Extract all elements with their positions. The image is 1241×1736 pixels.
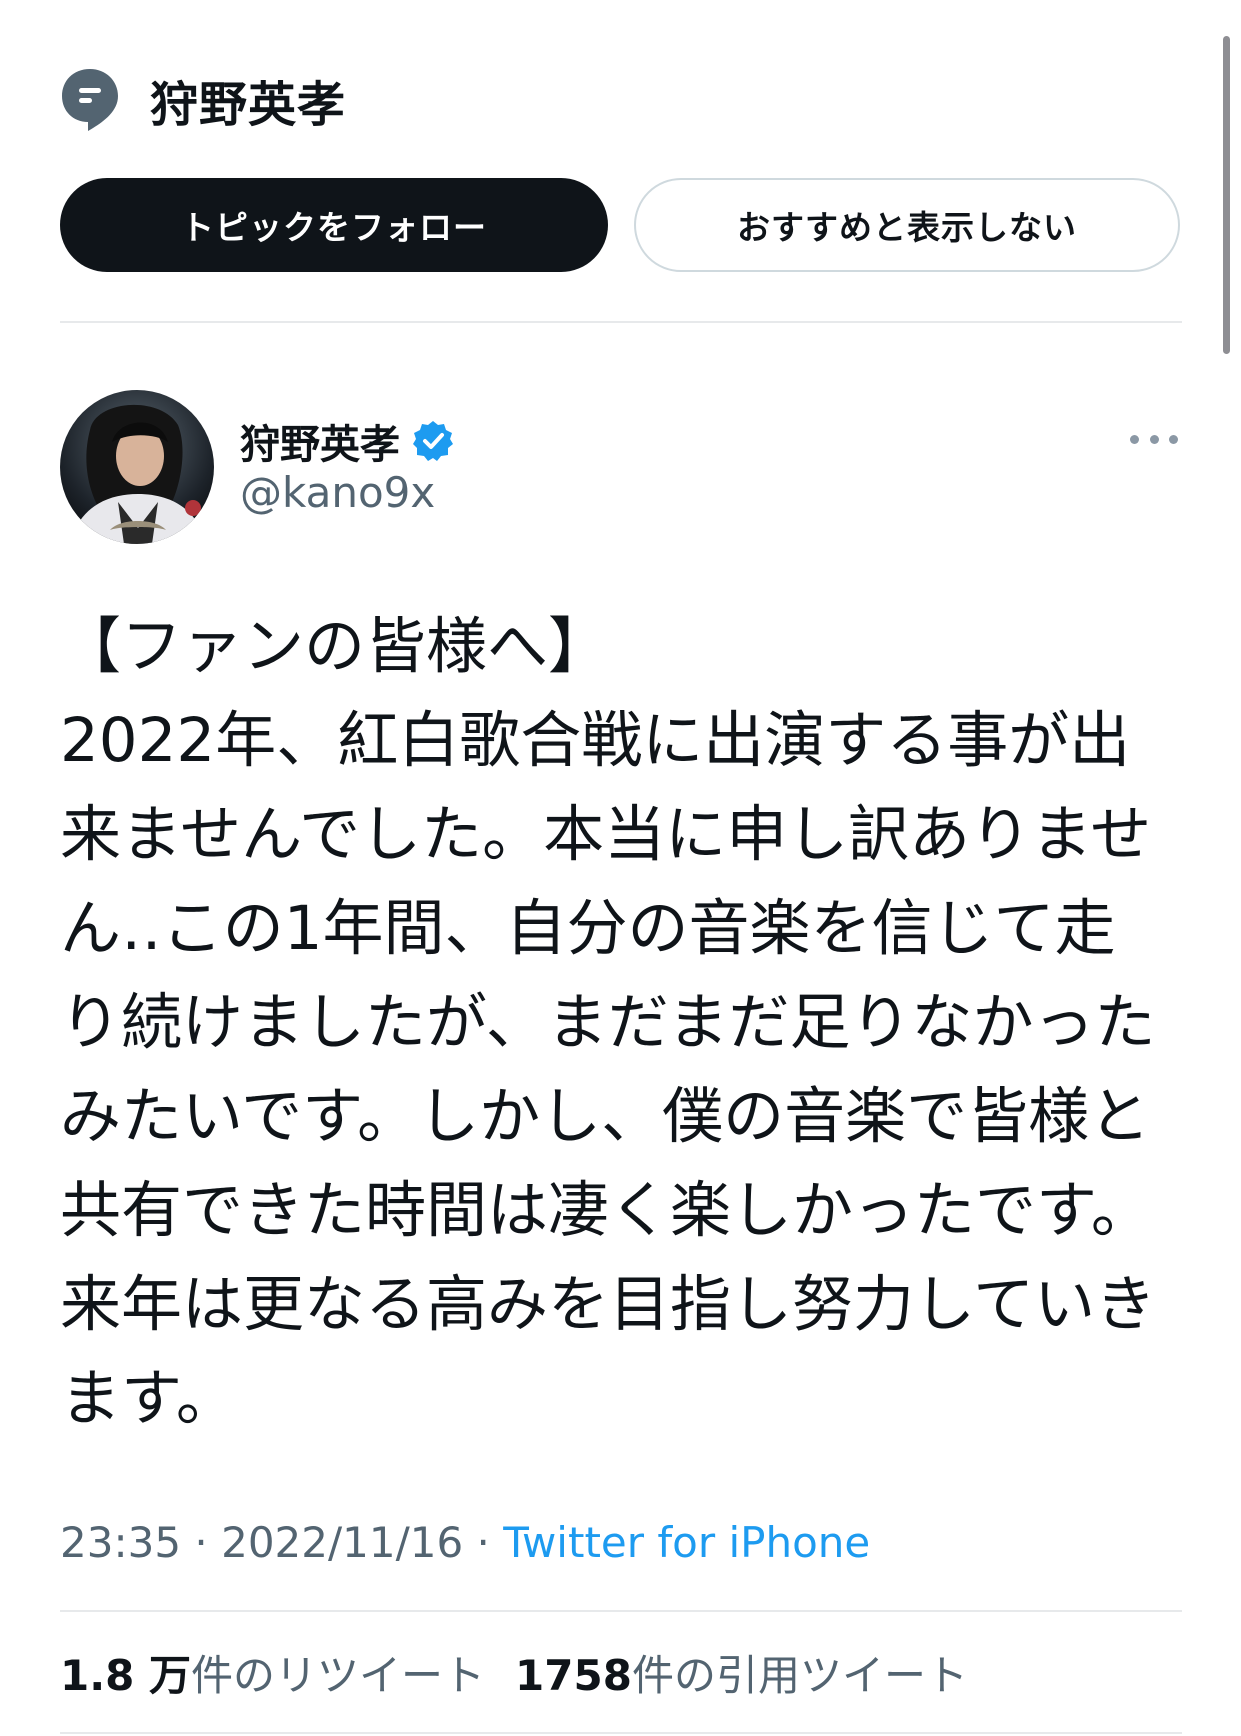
tweet-line: ん‥この1年間、自分の音楽を信じて走 — [60, 893, 1116, 964]
tweet-line: り続けましたが、まだまだ足りなかった — [60, 987, 1156, 1058]
follow-topic-button[interactable]: トピックをフォロー — [60, 178, 608, 272]
tweet-line: 【ファンの皆様へ】 — [60, 611, 610, 682]
divider — [60, 1732, 1182, 1734]
tweet-line: ます。 — [60, 1363, 237, 1434]
tweet-line: 2022年、紅白歌合戦に出演する事が出 — [60, 705, 1131, 776]
quote-tweets-stat[interactable]: 1758 件の引用ツイート — [515, 1642, 968, 1703]
tweet-text: 【ファンの皆様へ】 2022年、紅白歌合戦に出演する事が出 来ませんでした。本当… — [60, 600, 1200, 1446]
tweet-stats: 1.8 万件のリツイート 1758 件の引用ツイート — [60, 1642, 968, 1703]
retweets-label: 件のリツイート — [191, 1651, 486, 1700]
meta-separator: · — [181, 1518, 222, 1567]
tweet-line: 来年は更なる高みを目指し努力していき — [60, 1269, 1157, 1340]
topic-title: 狩野英孝 — [150, 77, 347, 133]
quote-tweets-label: 件の引用ツイート — [631, 1651, 968, 1700]
retweets-count: 1.8 万 — [60, 1651, 192, 1700]
tweet-date[interactable]: 2022/11/16 — [221, 1518, 463, 1567]
more-options-icon[interactable] — [1130, 424, 1178, 454]
divider — [60, 1610, 1182, 1612]
tweet-line: 来ませんでした。本当に申し訳ありませ — [60, 799, 1152, 870]
topic-header: 狩野英孝 — [60, 64, 346, 136]
tweet-meta: 23:35 · 2022/11/16 · Twitter for iPhone — [60, 1518, 870, 1567]
author-name-row[interactable]: 狩野英孝 — [240, 410, 454, 472]
avatar[interactable] — [60, 390, 214, 544]
quote-tweets-count: 1758 — [515, 1651, 632, 1700]
tweet-line: 共有できた時間は凄く楽しかったです。 — [60, 1175, 1152, 1246]
divider — [60, 321, 1182, 323]
tweet-source-link[interactable]: Twitter for iPhone — [503, 1518, 870, 1567]
not-interested-button[interactable]: おすすめと表示しない — [634, 178, 1180, 272]
author-name[interactable]: 狩野英孝 — [240, 412, 400, 470]
author-handle[interactable]: @kano9x — [240, 468, 435, 517]
scrollbar[interactable] — [1223, 36, 1230, 354]
meta-separator: · — [463, 1518, 504, 1567]
retweets-stat[interactable]: 1.8 万件のリツイート — [60, 1642, 485, 1703]
topic-bubble-icon — [62, 69, 118, 131]
tweet-time[interactable]: 23:35 — [60, 1518, 181, 1567]
verified-badge-icon — [413, 421, 453, 461]
tweet-line: みたいです。しかし、僕の音楽で皆様と — [60, 1081, 1151, 1152]
